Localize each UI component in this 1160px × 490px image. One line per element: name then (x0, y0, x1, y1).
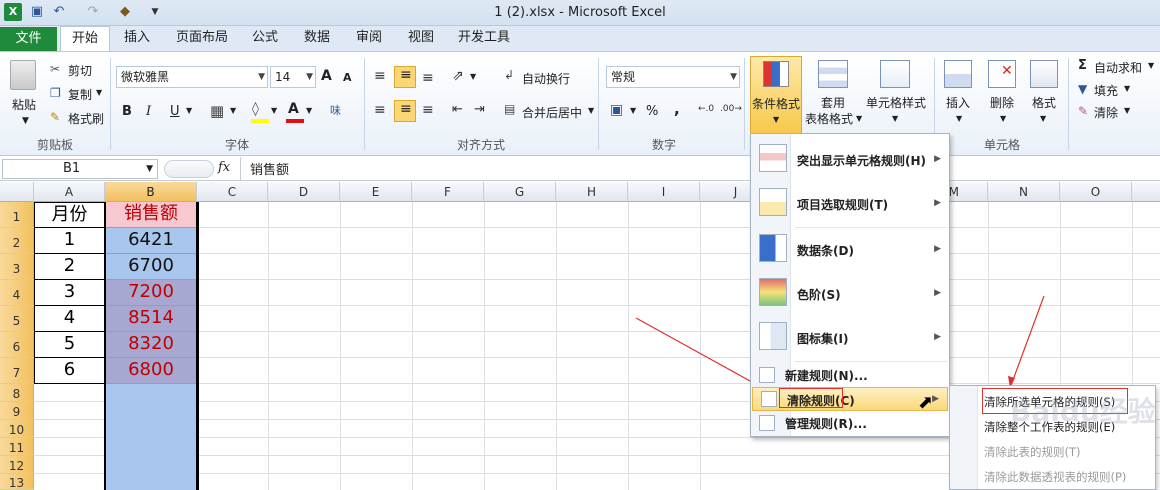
menu-separator (795, 361, 947, 362)
mouse-cursor-icon: ⬈ (918, 392, 934, 413)
menu-icon-gutter (950, 386, 978, 489)
menu-item-color-scales[interactable]: 色阶(S) ▶ (751, 274, 949, 314)
manage-rules-icon (759, 415, 775, 431)
icon-sets-icon (759, 322, 787, 350)
highlight-rules-icon (759, 144, 787, 172)
menu-item-data-bars[interactable]: 数据条(D) ▶ (751, 230, 949, 270)
submenu-arrow-icon: ▶ (934, 198, 941, 208)
menu-item-manage-rules[interactable]: 管理规则(R)... (751, 412, 949, 434)
annotation-box (779, 388, 843, 408)
clear-rules-icon (761, 391, 777, 407)
color-scales-label: 色阶(S) (797, 288, 841, 302)
submenu-arrow-icon: ▶ (934, 154, 941, 164)
data-bars-label: 数据条(D) (797, 244, 854, 258)
submenu-arrow-icon: ▶ (934, 244, 941, 254)
manage-rules-label: 管理规则(R)... (785, 417, 867, 431)
menu-item-top-bottom-rules[interactable]: 项目选取规则(T) ▶ (751, 184, 949, 224)
submenu-arrow-icon: ▶ (934, 332, 941, 342)
watermark: Baidu经验 jingyan.baidu.com (1010, 395, 1160, 428)
menu-item-clear-this-table: 清除此表的规则(T) (984, 445, 1081, 459)
submenu-arrow-icon: ▶ (934, 288, 941, 298)
top-bottom-rules-icon (759, 188, 787, 216)
menu-item-highlight-rules[interactable]: 突出显示单元格规则(H) ▶ (751, 140, 949, 180)
icon-sets-label: 图标集(I) (797, 332, 849, 346)
top-bottom-rules-label: 项目选取规则(T) (797, 198, 889, 212)
menu-separator (795, 227, 947, 228)
color-scales-icon (759, 278, 787, 306)
submenu-arrow-icon: ▶ (932, 394, 939, 404)
new-rule-icon (759, 367, 775, 383)
new-rule-label: 新建规则(N)... (785, 369, 868, 383)
data-bars-icon (759, 234, 787, 262)
excel-window: X ▣ ↶ ↷ ◆ ▼ 1 (2).xlsx - Microsoft Excel… (0, 0, 1160, 490)
menu-item-new-rule[interactable]: 新建规则(N)... (751, 364, 949, 386)
highlight-rules-label: 突出显示单元格规则(H) (797, 154, 927, 168)
menu-item-icon-sets[interactable]: 图标集(I) ▶ (751, 318, 949, 358)
menu-item-clear-pivot-table: 清除此数据透视表的规则(P) (984, 470, 1127, 484)
